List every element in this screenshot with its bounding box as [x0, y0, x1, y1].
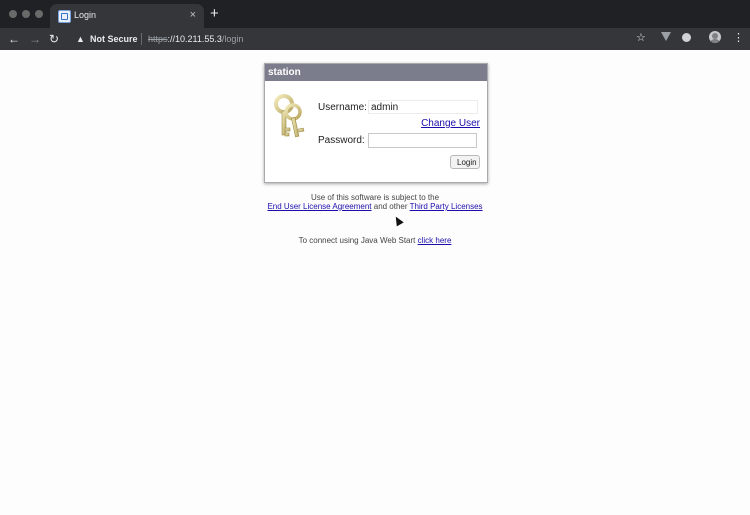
- password-input[interactable]: [368, 133, 477, 148]
- menu-icon[interactable]: ⋮: [733, 31, 744, 45]
- warning-icon[interactable]: ▲: [76, 33, 85, 45]
- url-host: ://10.211.55.3: [167, 34, 222, 44]
- tab-title: Login: [74, 10, 97, 20]
- url-path: /login: [221, 34, 244, 44]
- back-arrow-icon[interactable]: ←: [8, 30, 20, 48]
- browser-toolbar: ← → ↻ ▲ Not Secure https://10.211.55.3/l…: [0, 28, 750, 50]
- maximize-window-button[interactable]: [35, 10, 43, 18]
- star-icon[interactable]: ☆: [636, 31, 646, 45]
- keys-icon: [274, 94, 305, 138]
- username-label: Username:: [318, 102, 367, 113]
- minimize-window-button[interactable]: [22, 10, 30, 18]
- java-text: To connect using Java Web Start: [298, 236, 418, 245]
- license-notice: Use of this software is subject to the: [310, 193, 440, 202]
- license-links: End User License Agreement and other Thi…: [0, 202, 750, 211]
- browser-tab[interactable]: Login ×: [50, 4, 204, 28]
- security-label[interactable]: Not Secure: [90, 34, 138, 44]
- click-here-link[interactable]: click here: [418, 236, 452, 245]
- tab-bar: Login × +: [0, 0, 750, 28]
- java-web-start-notice: To connect using Java Web Start click he…: [0, 236, 750, 245]
- username-value: admin: [368, 100, 478, 114]
- password-label: Password:: [318, 135, 365, 146]
- extension-icon[interactable]: [661, 32, 671, 41]
- url-divider: [141, 33, 142, 45]
- new-tab-button[interactable]: +: [210, 6, 219, 22]
- extension-icon[interactable]: [682, 33, 691, 42]
- mouse-cursor-icon: [392, 214, 404, 227]
- login-panel-header: station: [265, 64, 487, 81]
- forward-arrow-icon[interactable]: →: [29, 30, 41, 48]
- url-text[interactable]: https://10.211.55.3/login: [148, 34, 243, 44]
- favicon-icon: [58, 10, 71, 23]
- url-scheme: https: [148, 34, 168, 44]
- profile-icon[interactable]: [709, 31, 721, 43]
- address-bar[interactable]: ▲ Not Secure https://10.211.55.3/login: [66, 30, 658, 48]
- third-party-licenses-link[interactable]: Third Party Licenses: [410, 202, 483, 211]
- login-panel: station Username: admin Change User Pass…: [264, 63, 488, 183]
- eula-link[interactable]: End User License Agreement: [267, 202, 371, 211]
- login-button[interactable]: Login: [450, 155, 480, 169]
- tab-close-icon[interactable]: ×: [190, 8, 196, 22]
- and-other-text: and other: [371, 202, 410, 211]
- change-user-link[interactable]: Change User: [421, 118, 480, 129]
- close-window-button[interactable]: [9, 10, 17, 18]
- reload-icon[interactable]: ↻: [49, 30, 59, 48]
